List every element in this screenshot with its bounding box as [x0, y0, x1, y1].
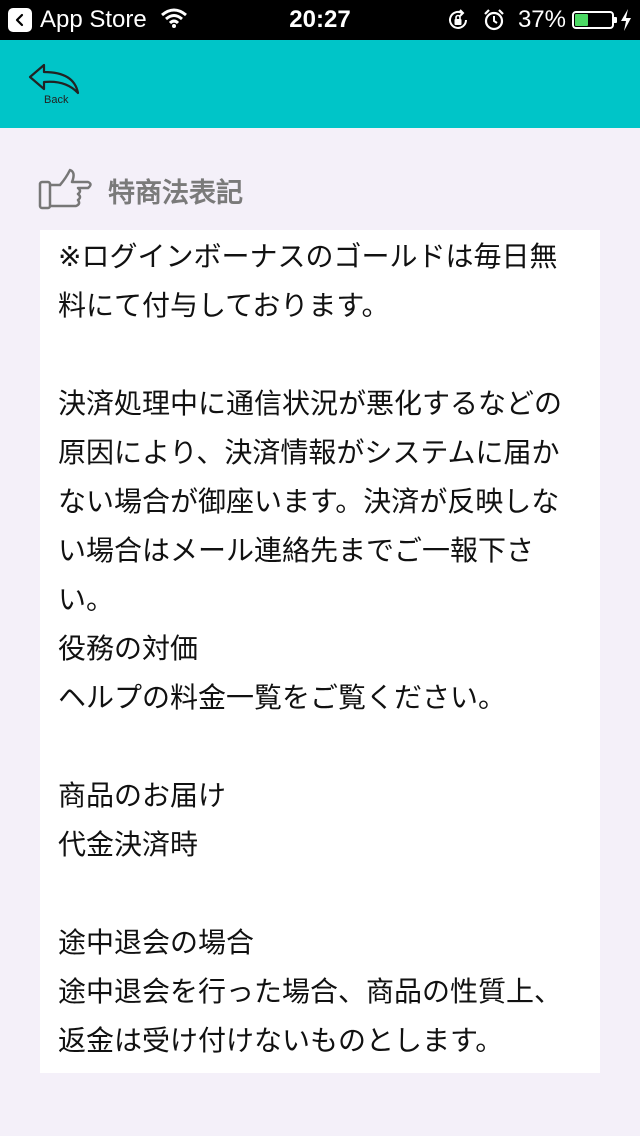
battery-icon — [572, 11, 617, 29]
rotation-lock-icon — [446, 8, 470, 32]
legal-notice-text: ※ログインボーナスのゴールドは毎日無料にて付与しております。 決済処理中に通信状… — [58, 240, 563, 1057]
nav-bar: Back — [0, 40, 640, 128]
charging-bolt-icon — [620, 9, 632, 31]
back-button[interactable]: Back — [26, 60, 86, 110]
section-header: 特商法表記 — [38, 168, 243, 212]
alarm-icon — [482, 8, 506, 32]
battery-percent: 37% — [517, 6, 566, 33]
back-label: Back — [44, 94, 69, 106]
pointing-hand-icon — [38, 168, 94, 212]
status-bar: App Store 20:27 37% — [0, 0, 640, 40]
section-title: 特商法表記 — [108, 177, 243, 209]
battery-level — [575, 14, 589, 26]
content-panel[interactable]: ※ログインボーナスのゴールドは毎日無料にて付与しております。 決済処理中に通信状… — [40, 230, 600, 1073]
